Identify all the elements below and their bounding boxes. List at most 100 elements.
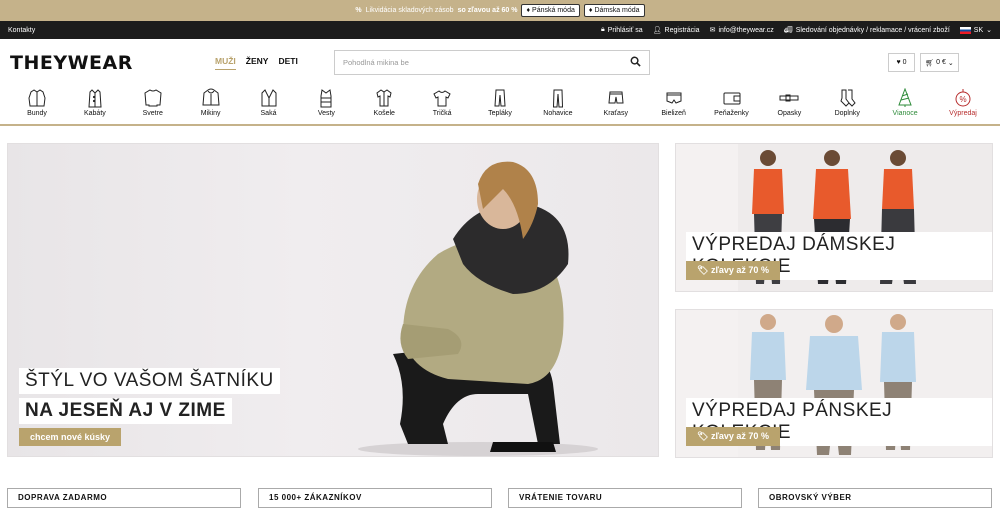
register-label: Registrácia <box>664 26 700 34</box>
search-placeholder: Pohodlná mikina be <box>343 58 409 67</box>
category-kabaty[interactable]: Kabáty <box>70 85 120 124</box>
language-selector[interactable]: SK ⌄ <box>959 26 992 34</box>
promo-bar: % Likvidácia skladových zásob so zľavou … <box>0 0 1000 21</box>
hero-banner[interactable]: ŠTÝL VO VAŠOM ŠATNÍKU NA JESEŇ AJ V ZIME… <box>7 143 659 457</box>
category-label: Tepláky <box>488 110 512 117</box>
sale-icon: % <box>952 88 974 108</box>
truck-icon: 🚚︎ <box>783 27 793 34</box>
category-label: Peňaženky <box>714 110 749 117</box>
coat-icon <box>84 88 106 108</box>
sweater-icon <box>142 88 164 108</box>
register-link[interactable]: 👤︎ Registrácia <box>653 26 700 35</box>
search-icon[interactable] <box>630 56 641 70</box>
category-bielizen[interactable]: Bielizeň <box>649 85 699 124</box>
category-bundy[interactable]: Bundy <box>12 85 62 124</box>
hero-cta-button[interactable]: chcem nové kúsky <box>19 428 122 446</box>
wishlist-button[interactable]: ♥ 0 <box>888 53 915 72</box>
mens-sale-banner[interactable]: VÝPREDAJ PÁNSKEJ KOLEKCIE 🏷︎ zľavy až 70… <box>675 309 993 458</box>
tracking-link[interactable]: 🚚︎ Sledování objednávky / reklamace / vrá… <box>783 26 950 35</box>
womens-sale-tag[interactable]: 🏷︎ zľavy až 70 % <box>686 261 780 280</box>
contacts-link[interactable]: Kontakty <box>8 27 35 34</box>
category-label: Výpredaj <box>949 110 977 117</box>
category-nav: Bundy Kabáty Svetre Mikiny Saká Vesty Ko… <box>0 85 1000 126</box>
category-label: Saká <box>260 110 277 117</box>
womens-fashion-button[interactable]: ♦ Dámska móda <box>583 4 645 17</box>
underwear-icon <box>663 88 685 108</box>
womens-fashion-label: Dámska móda <box>594 7 640 14</box>
flag-icon <box>959 26 971 34</box>
cart-icon: 🛒︎ <box>925 59 935 67</box>
shorts-icon <box>605 88 627 108</box>
email-link[interactable]: ✉ info@theywear.cz <box>710 26 774 35</box>
search-input[interactable]: Pohodlná mikina be <box>334 50 650 75</box>
cart-button[interactable]: 🛒︎ 0 € ⌄ <box>920 53 959 72</box>
cart-total: 0 € <box>936 59 946 66</box>
lock-icon: 🔒︎ <box>601 26 605 33</box>
category-nohavice[interactable]: Nohavice <box>533 85 583 124</box>
category-label: Doplnky <box>834 110 860 117</box>
category-vypredaj[interactable]: % Výpredaj <box>938 85 988 124</box>
gender-tabs: MUŽI ŽENY DETI <box>215 56 298 70</box>
vest-icon <box>315 88 337 108</box>
mens-sale-tag[interactable]: 🏷︎ zľavy až 70 % <box>686 427 780 446</box>
category-vianoce[interactable]: Vianoce <box>880 85 930 124</box>
svg-text:%: % <box>959 95 966 104</box>
category-label: Kraťasy <box>603 110 628 117</box>
womens-sale-tag-label: zľavy až 70 % <box>710 265 769 275</box>
mens-fashion-label: Pánská móda <box>532 7 575 14</box>
header: THEYWEAR MUŽI ŽENY DETI Pohodlná mikina … <box>0 39 1000 85</box>
tab-women[interactable]: ŽENY <box>246 56 269 70</box>
category-tricka[interactable]: Tričká <box>417 85 467 124</box>
category-label: Opasky <box>777 110 802 117</box>
category-doplnky[interactable]: Doplnky <box>822 85 872 124</box>
category-label: Nohavice <box>543 110 573 117</box>
category-svetre[interactable]: Svetre <box>128 85 178 124</box>
category-label: Tričká <box>432 110 452 117</box>
promo-text-bold: so zľavou až 60 % <box>457 7 518 14</box>
tab-men[interactable]: MUŽI <box>215 56 236 70</box>
female-icon: ♦ <box>588 7 593 14</box>
category-opasky[interactable]: Opasky <box>764 85 814 124</box>
tag-icon: 🏷︎ <box>697 431 711 441</box>
category-kratasy[interactable]: Kraťasy <box>591 85 641 124</box>
category-label: Košele <box>373 110 395 117</box>
belt-icon <box>778 88 800 108</box>
category-label: Mikiny <box>200 110 221 117</box>
email-label: info@theywear.cz <box>718 26 774 34</box>
category-label: Bundy <box>27 110 47 117</box>
hero-title-line2: NA JESEŇ AJ V ZIME <box>19 398 232 424</box>
male-icon: ♦ <box>526 7 531 14</box>
shirt-icon <box>373 88 395 108</box>
category-penazenky[interactable]: Peňaženky <box>707 85 757 124</box>
wishlist-count: 0 <box>902 59 907 66</box>
blazer-icon <box>258 88 280 108</box>
top-bar: Kontakty 🔒︎ Prihlásiť sa 👤︎ Registrácia ✉ i… <box>0 21 1000 39</box>
category-label: Vesty <box>317 110 335 117</box>
category-label: Bielizeň <box>661 110 686 117</box>
language-label: SK <box>973 26 984 34</box>
tab-kids[interactable]: DETI <box>278 56 297 70</box>
category-label: Vianoce <box>892 110 918 117</box>
category-label: Svetre <box>142 110 163 117</box>
womens-sale-banner[interactable]: VÝPREDAJ DÁMSKEJ KOLEKCIE 🏷︎ zľavy až 70… <box>675 143 993 292</box>
mens-fashion-button[interactable]: ♦ Pánská móda <box>521 4 580 17</box>
category-vesty[interactable]: Vesty <box>301 85 351 124</box>
category-mikiny[interactable]: Mikiny <box>186 85 236 124</box>
trousers-icon <box>547 88 569 108</box>
chevron-down-icon: ⌄ <box>947 59 954 67</box>
logo[interactable]: THEYWEAR <box>10 52 133 74</box>
category-kosele[interactable]: Košele <box>359 85 409 124</box>
feature-box-customers: 15 000+ ZÁKAZNÍKOV <box>258 488 492 508</box>
sweatpants-icon <box>489 88 511 108</box>
hoodie-icon <box>200 88 222 108</box>
login-link[interactable]: 🔒︎ Prihlásiť sa <box>601 26 643 34</box>
tag-icon: 🏷︎ <box>697 265 711 275</box>
tshirt-icon <box>431 88 453 108</box>
category-teplaky[interactable]: Tepláky <box>475 85 525 124</box>
feature-box-shipping: DOPRAVA ZADARMO <box>7 488 241 508</box>
feature-box-returns: VRÁTENIE TOVARU <box>508 488 742 508</box>
wallet-icon <box>721 88 743 108</box>
percent-icon: % <box>355 7 362 14</box>
category-saka[interactable]: Saká <box>244 85 294 124</box>
christmas-tree-icon <box>894 88 916 108</box>
